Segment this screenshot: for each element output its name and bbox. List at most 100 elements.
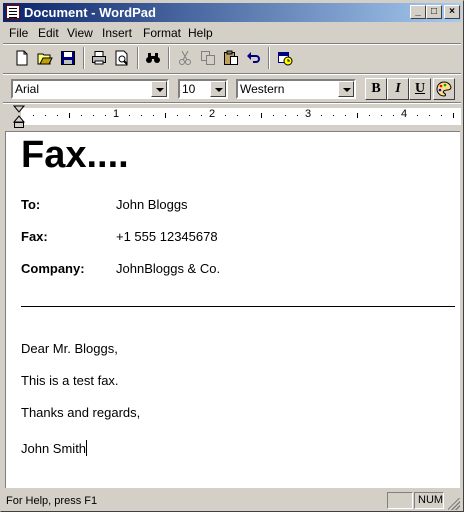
ruler-dot xyxy=(81,115,82,116)
palette-icon xyxy=(436,81,452,101)
menu-edit[interactable]: Edit xyxy=(38,26,59,40)
field-label-to: To: xyxy=(21,197,41,212)
copy-button[interactable] xyxy=(196,47,219,69)
ruler-label: 2 xyxy=(209,108,216,120)
horizontal-rule xyxy=(21,306,455,307)
wordpad-app-icon[interactable] xyxy=(6,5,20,19)
close-icon: × xyxy=(449,6,455,17)
ruler-tick xyxy=(165,113,166,118)
document-area[interactable]: Fax.... To: John Bloggs Fax: +1 555 1234… xyxy=(5,131,460,488)
maximize-icon: □ xyxy=(430,6,438,17)
script-combo[interactable]: Western xyxy=(236,79,356,99)
ruler-dot xyxy=(345,115,346,116)
date-time-button[interactable] xyxy=(273,47,296,69)
font-size-combo[interactable]: 10 xyxy=(178,79,228,99)
field-value-fax: +1 555 12345678 xyxy=(116,229,218,244)
new-button[interactable] xyxy=(10,47,33,69)
chevron-down-icon[interactable] xyxy=(151,81,167,97)
menu-insert[interactable]: Insert xyxy=(102,26,132,40)
paste-icon xyxy=(223,50,239,66)
ruler-dot xyxy=(141,115,142,116)
toolbar-separator-mid xyxy=(3,73,461,75)
print-icon xyxy=(91,50,107,66)
copy-icon xyxy=(200,50,216,66)
title-bar[interactable]: Document - WordPad _ □ × xyxy=(3,3,461,22)
font-size-value: 10 xyxy=(182,82,196,96)
find-button[interactable] xyxy=(141,47,164,69)
color-button[interactable] xyxy=(433,78,455,100)
ruler-track xyxy=(21,108,461,125)
signature-text: John Smith xyxy=(21,441,87,456)
bold-button[interactable]: B xyxy=(365,78,387,100)
menu-bar: File Edit View Insert Format Help xyxy=(3,23,461,42)
chevron-down-icon[interactable] xyxy=(210,81,226,97)
ruler-tick xyxy=(261,113,262,118)
ruler-dot xyxy=(297,115,298,116)
ruler-dot xyxy=(93,115,94,116)
menu-format[interactable]: Format xyxy=(143,26,181,40)
date-time-icon xyxy=(277,50,293,66)
body-line: Dear Mr. Bloggs, xyxy=(21,341,118,356)
ruler-tick xyxy=(453,113,454,118)
ruler-dot xyxy=(177,115,178,116)
status-help-text: For Help, press F1 xyxy=(6,495,98,507)
cut-button[interactable] xyxy=(173,47,196,69)
ruler-label: 4 xyxy=(401,108,408,120)
underline-button[interactable]: U xyxy=(409,78,431,100)
body-line: This is a test fax. xyxy=(21,373,119,388)
menu-view[interactable]: View xyxy=(67,26,93,40)
close-button[interactable]: × xyxy=(444,5,460,19)
cut-icon xyxy=(177,50,193,66)
ruler-dot xyxy=(285,115,286,116)
ruler-dot xyxy=(33,115,34,116)
ruler-dot xyxy=(381,115,382,116)
status-panel-empty xyxy=(387,492,413,509)
open-button[interactable] xyxy=(33,47,56,69)
undo-icon xyxy=(246,50,262,66)
ruler-dot xyxy=(417,115,418,116)
field-label-fax: Fax: xyxy=(21,229,48,244)
save-button[interactable] xyxy=(56,47,79,69)
maximize-button[interactable]: □ xyxy=(426,5,442,19)
ruler-dot xyxy=(321,115,322,116)
print-preview-button[interactable] xyxy=(110,47,133,69)
ruler-tick xyxy=(357,113,358,118)
ruler-dot xyxy=(105,115,106,116)
print-button[interactable] xyxy=(87,47,110,69)
italic-button[interactable]: I xyxy=(387,78,409,100)
ruler-tick xyxy=(69,113,70,118)
new-icon xyxy=(14,50,30,66)
script-value: Western xyxy=(240,82,285,96)
paste-button[interactable] xyxy=(219,47,242,69)
window-title: Document - WordPad xyxy=(24,5,156,20)
indent-marker-icon[interactable] xyxy=(13,105,27,129)
ruler-label: 3 xyxy=(305,108,312,120)
chevron-down-icon[interactable] xyxy=(338,81,354,97)
field-label-company: Company: xyxy=(21,261,85,276)
status-bar: For Help, press F1 NUM xyxy=(3,491,461,511)
minimize-button[interactable]: _ xyxy=(410,5,426,19)
ruler-dot xyxy=(237,115,238,116)
ruler-dot xyxy=(201,115,202,116)
document-heading: Fax.... xyxy=(21,134,129,176)
ruler-dot xyxy=(333,115,334,116)
resize-grip-icon[interactable] xyxy=(448,498,460,510)
ruler-dot xyxy=(225,115,226,116)
ruler-dot xyxy=(189,115,190,116)
field-value-to: John Bloggs xyxy=(116,197,188,212)
ruler-dot xyxy=(249,115,250,116)
undo-button[interactable] xyxy=(242,47,265,69)
ruler-dot xyxy=(441,115,442,116)
save-icon xyxy=(60,50,76,66)
wordpad-window: Document - WordPad _ □ × File Edit View … xyxy=(0,0,464,512)
ruler-dot xyxy=(153,115,154,116)
ruler-label: 1 xyxy=(113,108,120,120)
menu-file[interactable]: File xyxy=(9,26,28,40)
toolbar-separator xyxy=(137,47,139,69)
toolbar-separator xyxy=(168,47,170,69)
menu-help[interactable]: Help xyxy=(188,26,213,40)
ruler[interactable]: 1 2 3 4 xyxy=(3,105,461,129)
body-line-last: John Smith xyxy=(21,437,88,456)
font-name-combo[interactable]: Arial xyxy=(11,79,169,99)
ruler-separator xyxy=(3,102,461,104)
